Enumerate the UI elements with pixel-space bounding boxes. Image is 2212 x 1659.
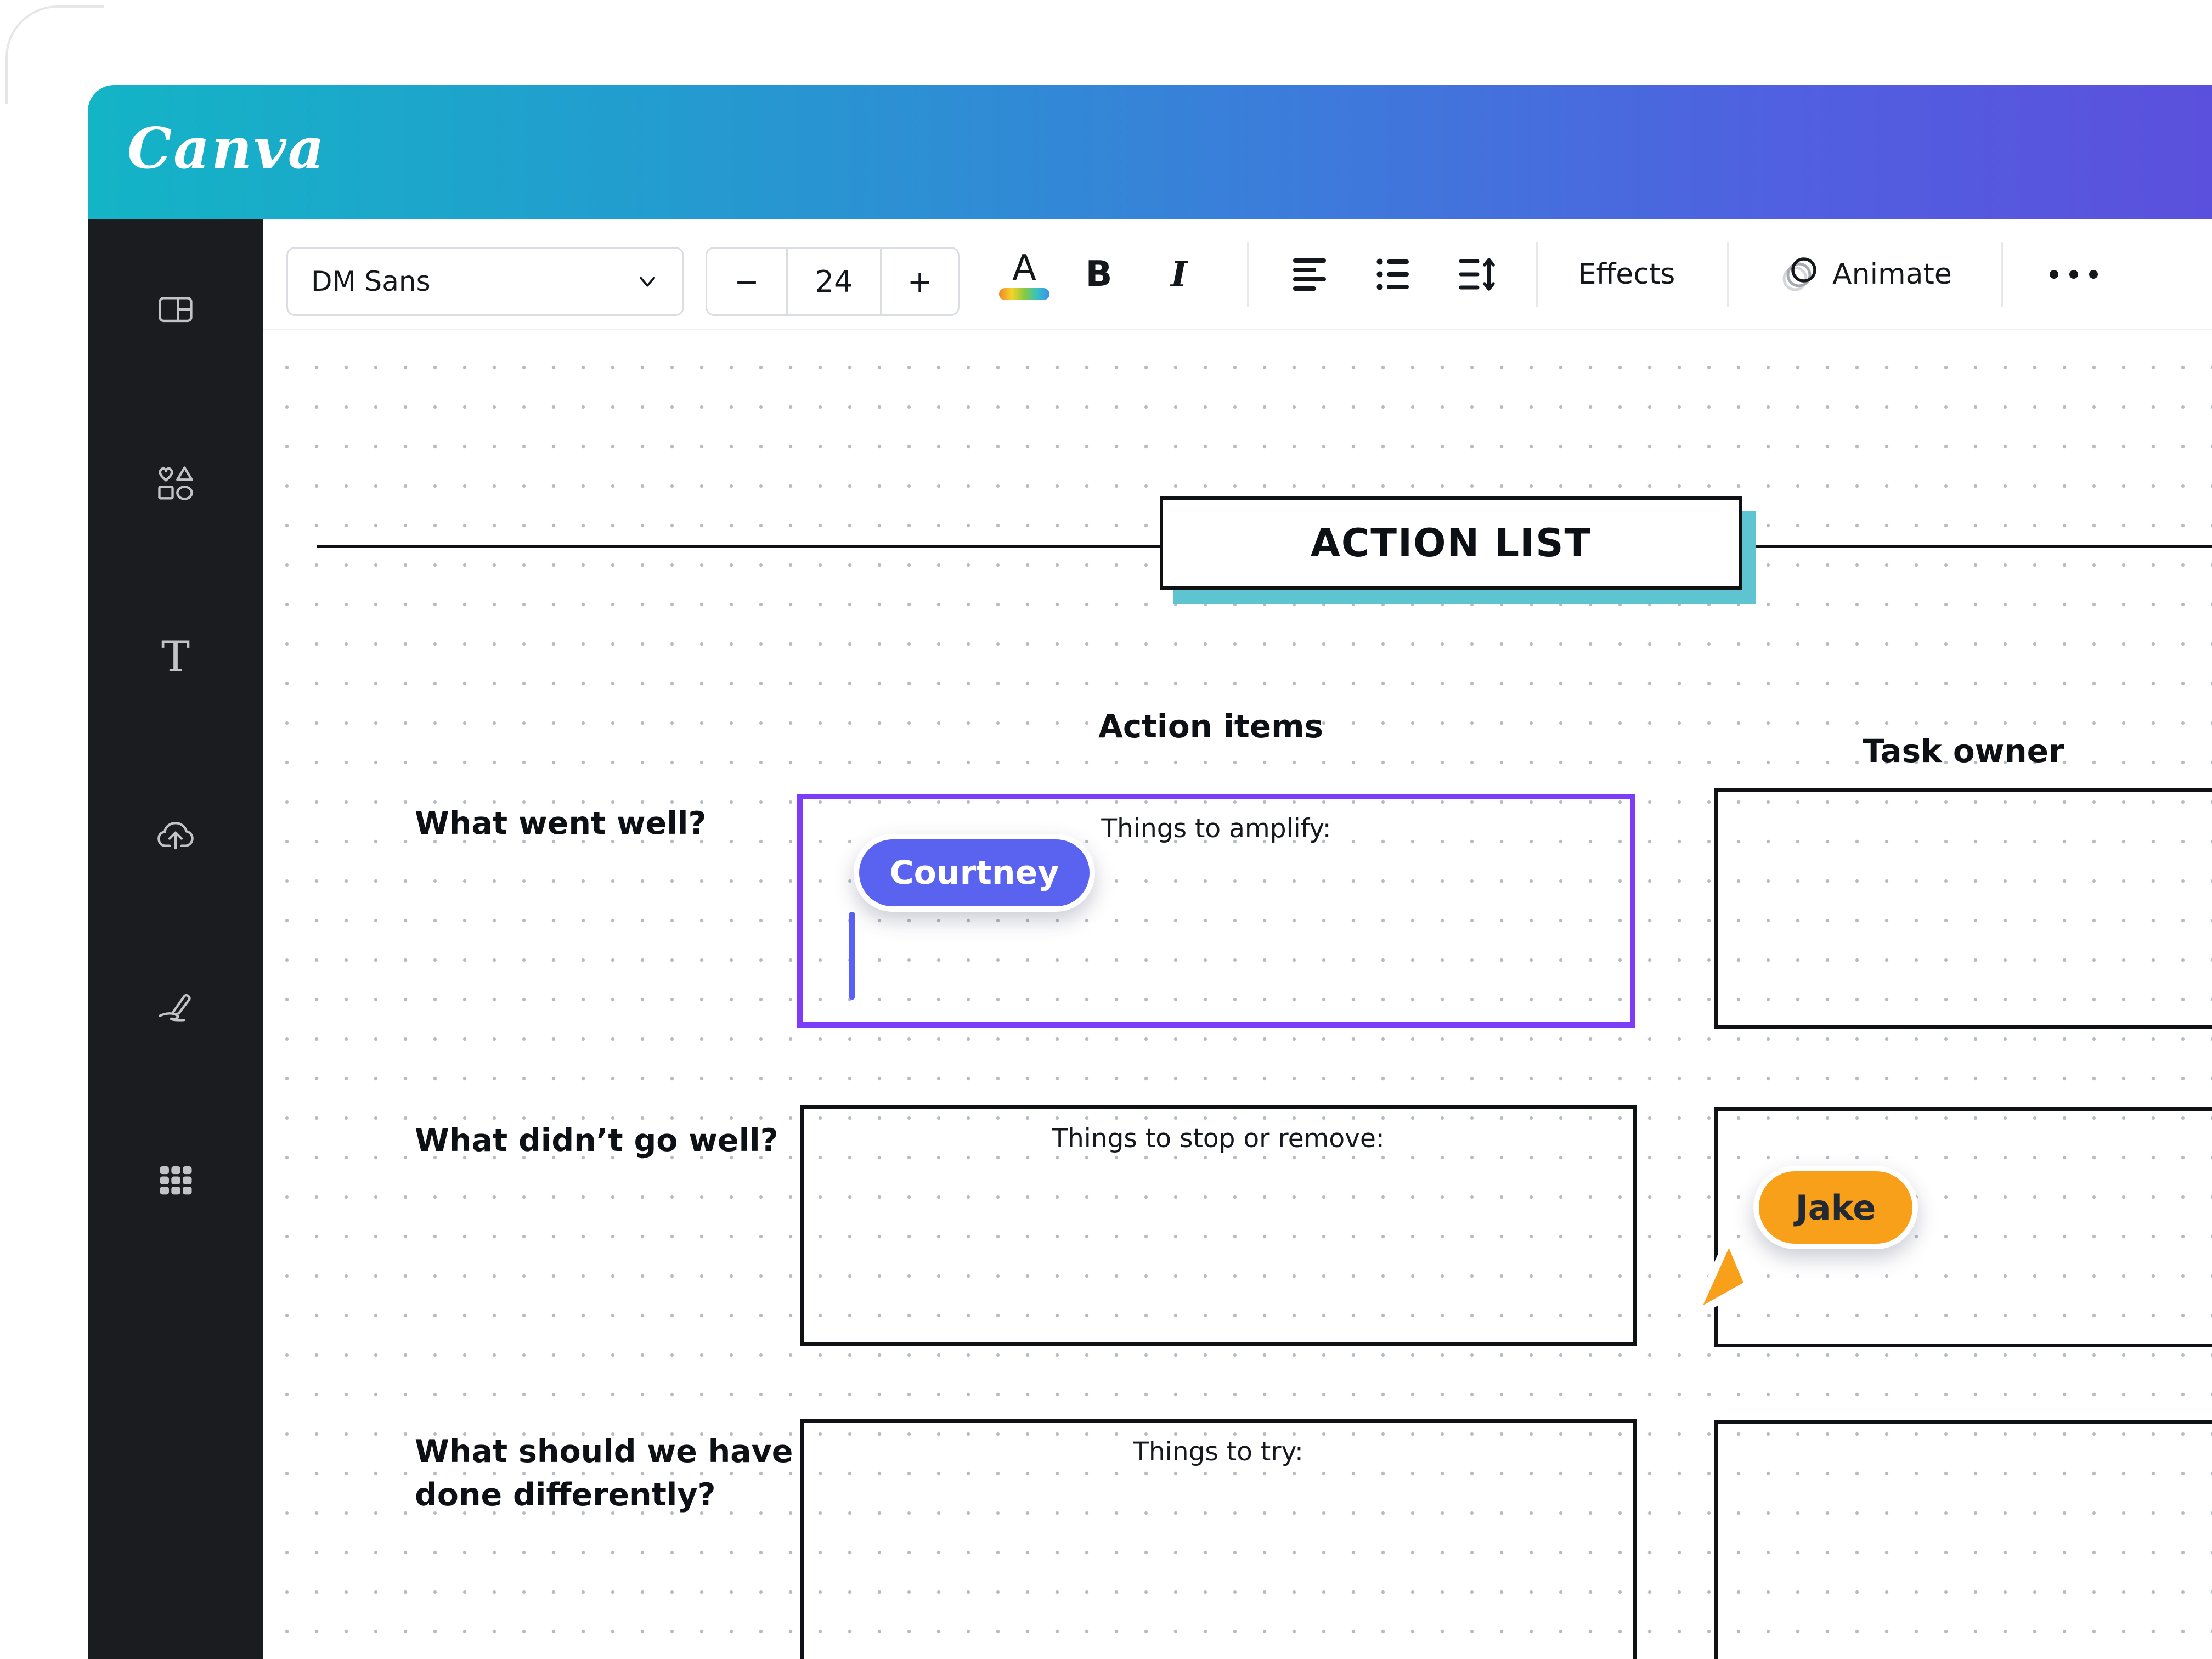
chevron-down-icon (635, 269, 659, 294)
line-spacing-icon (1459, 257, 1495, 291)
bold-button[interactable]: B (1069, 219, 1129, 329)
toolbar-separator (1536, 242, 1538, 307)
apps-grid-icon[interactable] (156, 1160, 195, 1199)
animate-button[interactable]: Animate (1756, 219, 1975, 329)
toolbar-separator (1247, 242, 1249, 307)
align-left-icon (1292, 257, 1328, 291)
more-options-icon (2069, 270, 2078, 279)
column-header-action-items[interactable]: Action items (1030, 708, 1392, 745)
toolbar-separator (1727, 242, 1729, 307)
animate-label: Animate (1832, 258, 1952, 291)
action-box-row3[interactable]: Things to try: (800, 1419, 1637, 1659)
design-canvas[interactable]: ACTION LIST Action items Task owner What… (263, 329, 2212, 1659)
text-color-button[interactable]: A (994, 219, 1054, 329)
draw-icon[interactable] (156, 986, 195, 1025)
format-toolbar: DM Sans − 24 + A B I (263, 219, 2212, 329)
courtney-text-cursor (849, 912, 855, 1000)
question-didnt-go-well[interactable]: What didn’t go well? (415, 1119, 778, 1163)
question-done-differently[interactable]: What should we have done differently? (415, 1430, 799, 1516)
decrease-font-button[interactable]: − (707, 249, 786, 314)
bulleted-list-icon (1376, 257, 1411, 291)
text-color-letter: A (1012, 252, 1036, 285)
toolbar-separator (2001, 242, 2003, 307)
more-options-button[interactable] (2030, 219, 2118, 329)
animate-icon (1779, 252, 1822, 296)
collaborator-label-courtney: Courtney (854, 834, 1095, 912)
question-went-well[interactable]: What went well? (415, 802, 706, 845)
title-box[interactable]: ACTION LIST (1160, 496, 1742, 590)
sidebar: T (88, 219, 263, 1659)
upload-cloud-icon[interactable] (156, 816, 195, 854)
elements-shapes-icon[interactable] (156, 465, 195, 503)
font-size-value[interactable]: 24 (786, 249, 880, 314)
prompt-stop-remove[interactable]: Things to stop or remove: (804, 1109, 1633, 1154)
rainbow-color-bar (999, 288, 1049, 300)
text-align-button[interactable] (1277, 219, 1343, 329)
top-bar: Canva (88, 85, 2212, 219)
bulleted-list-button[interactable] (1361, 219, 1426, 329)
line-spacing-button[interactable] (1444, 219, 1510, 329)
font-family-select[interactable]: DM Sans (286, 247, 684, 316)
board-title: ACTION LIST (1311, 521, 1592, 566)
design-panels-icon[interactable] (156, 290, 195, 328)
column-header-task-owner[interactable]: Task owner (1799, 732, 2128, 770)
font-size-stepper: − 24 + (706, 247, 960, 316)
text-icon[interactable]: T (156, 638, 195, 676)
collaborator-label-jake: Jake (1753, 1166, 1918, 1249)
task-owner-box-row3[interactable] (1714, 1420, 2212, 1659)
italic-button[interactable]: I (1149, 219, 1209, 329)
jake-cursor-pointer-icon (1689, 1234, 1774, 1319)
increase-font-button[interactable]: + (880, 249, 958, 314)
effects-button[interactable]: Effects (1569, 219, 1684, 329)
canva-logo[interactable]: Canva (127, 115, 326, 181)
task-owner-box-row1[interactable] (1714, 788, 2212, 1029)
action-box-row2[interactable]: Things to stop or remove: (800, 1105, 1637, 1346)
background-window-corner (5, 5, 104, 104)
more-options-icon (2089, 270, 2098, 279)
prompt-try[interactable]: Things to try: (804, 1423, 1633, 1467)
more-options-icon (2050, 270, 2058, 279)
font-family-value: DM Sans (311, 266, 431, 297)
canva-editor-window: Canva T (0, 0, 2212, 1659)
